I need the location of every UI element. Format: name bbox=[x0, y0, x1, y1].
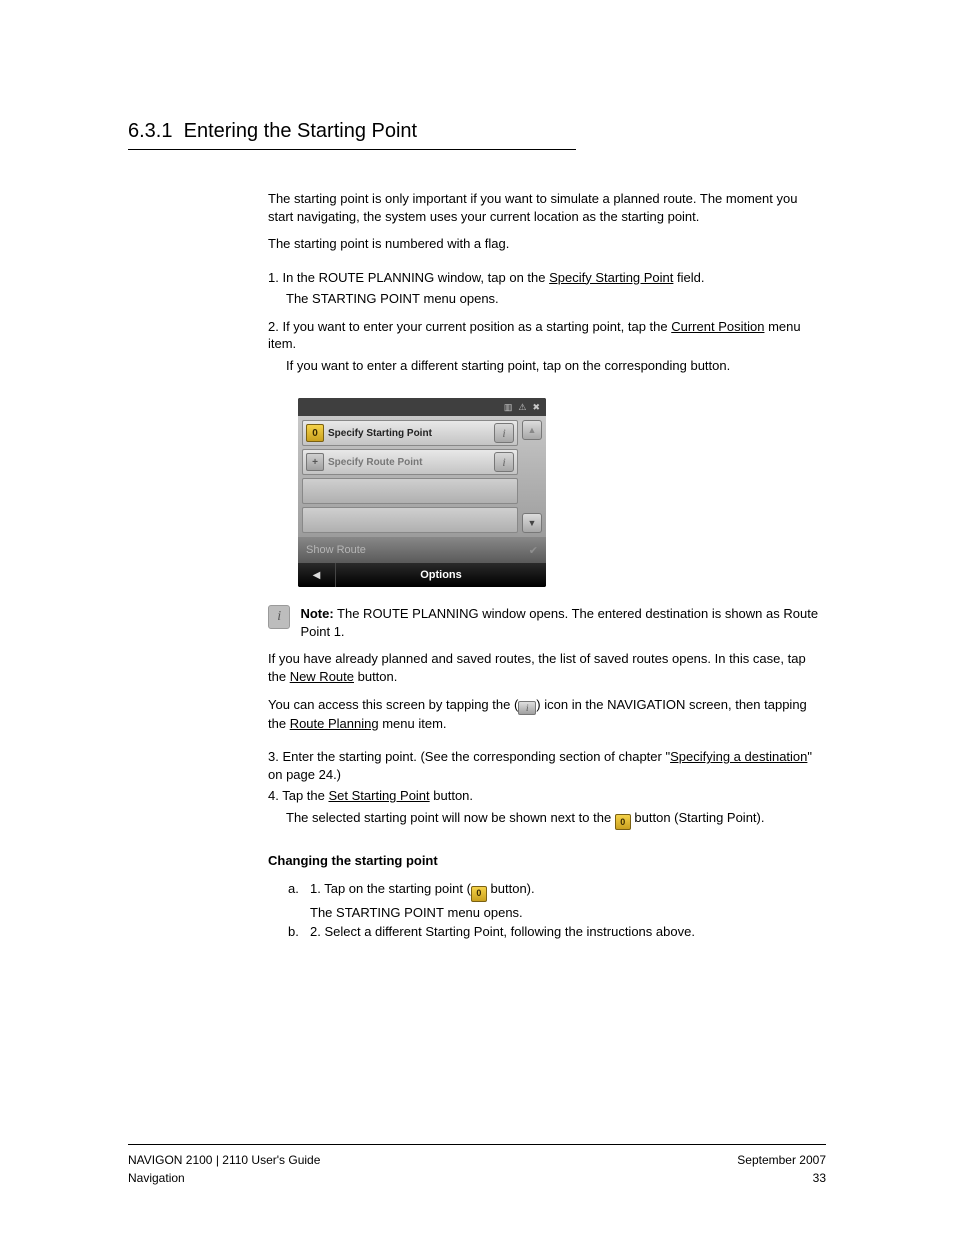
change-step-2: b. 2. Select a different Starting Point,… bbox=[288, 922, 826, 942]
step-3: 3. Enter the starting point. (See the co… bbox=[268, 748, 826, 783]
page-footer-2: Navigation 33 bbox=[128, 1171, 826, 1185]
marker-0-inline: 0 bbox=[471, 886, 487, 902]
step-1-sub: The STARTING POINT menu opens. bbox=[286, 290, 826, 308]
info-icon[interactable]: i bbox=[494, 423, 514, 443]
route-row-empty bbox=[302, 507, 518, 533]
checkmark-icon: ✔ bbox=[529, 544, 538, 557]
note-block: i Note: The ROUTE PLANNING window opens.… bbox=[268, 605, 826, 640]
specify-starting-point-link[interactable]: Specify Starting Point bbox=[549, 270, 673, 285]
intro-paragraph-2: The starting point is numbered with a fl… bbox=[268, 235, 826, 253]
back-button[interactable]: ◀ bbox=[298, 563, 336, 587]
title-rule bbox=[128, 149, 576, 150]
battery-icon: ▥ bbox=[504, 402, 513, 413]
satellite-icon: ✖ bbox=[532, 402, 540, 413]
para-saved-routes: If you have already planned and saved ro… bbox=[268, 650, 826, 685]
row1-label: Specify Route Point bbox=[328, 457, 490, 468]
marker-0: 0 bbox=[306, 424, 324, 442]
specifying-destination-link[interactable]: Specifying a destination bbox=[670, 749, 807, 764]
section-title: 6.3.1 Entering the Starting Point bbox=[128, 120, 826, 147]
change-step-1-sub: The STARTING POINT menu opens. bbox=[310, 904, 826, 922]
route-row-empty bbox=[302, 478, 518, 504]
scroll-down-icon[interactable]: ▼ bbox=[522, 513, 542, 533]
step-2-sub: If you want to enter a different startin… bbox=[286, 357, 826, 375]
changing-starting-point-heading: Changing the starting point bbox=[268, 852, 826, 870]
warning-icon: ⚠ bbox=[518, 402, 526, 413]
device-statusbar: ▥ ⚠ ✖ bbox=[298, 398, 546, 416]
row0-label: Specify Starting Point bbox=[328, 428, 490, 439]
new-route-link[interactable]: New Route bbox=[290, 669, 354, 684]
step-2: 2. If you want to enter your current pos… bbox=[268, 318, 826, 353]
info-icon[interactable]: i bbox=[494, 452, 514, 472]
marker-plus: + bbox=[306, 453, 324, 471]
change-step-1: a. 1. Tap on the starting point (0 butto… bbox=[288, 879, 826, 902]
footer-rule bbox=[128, 1144, 826, 1145]
intro-paragraph-1: The starting point is only important if … bbox=[268, 190, 826, 225]
info-inline-icon: i bbox=[518, 701, 536, 715]
device-screenshot: ▥ ⚠ ✖ 0 Specify Starting Point i + Speci… bbox=[298, 398, 826, 587]
set-starting-point-link[interactable]: Set Starting Point bbox=[328, 788, 429, 803]
step-4-sub: The selected starting point will now be … bbox=[286, 809, 826, 830]
options-button[interactable]: Options bbox=[336, 563, 546, 587]
scroll-up-icon[interactable]: ▲ bbox=[522, 420, 542, 440]
route-row-route-point[interactable]: + Specify Route Point i bbox=[302, 449, 518, 475]
route-planning-link[interactable]: Route Planning bbox=[290, 716, 379, 731]
para-access-info: You can access this screen by tapping th… bbox=[268, 696, 826, 733]
current-position-link[interactable]: Current Position bbox=[671, 319, 764, 334]
show-route-button[interactable]: Show Route ✔ bbox=[298, 537, 546, 563]
step-4: 4. Tap the Set Starting Point button. bbox=[268, 787, 826, 805]
page-footer: NAVIGON 2100 | 2110 User's Guide Septemb… bbox=[128, 1153, 826, 1167]
marker-0-inline: 0 bbox=[615, 814, 631, 830]
step-1: 1. In the ROUTE PLANNING window, tap on … bbox=[268, 269, 826, 287]
route-row-starting-point[interactable]: 0 Specify Starting Point i bbox=[302, 420, 518, 446]
note-icon: i bbox=[268, 605, 290, 629]
